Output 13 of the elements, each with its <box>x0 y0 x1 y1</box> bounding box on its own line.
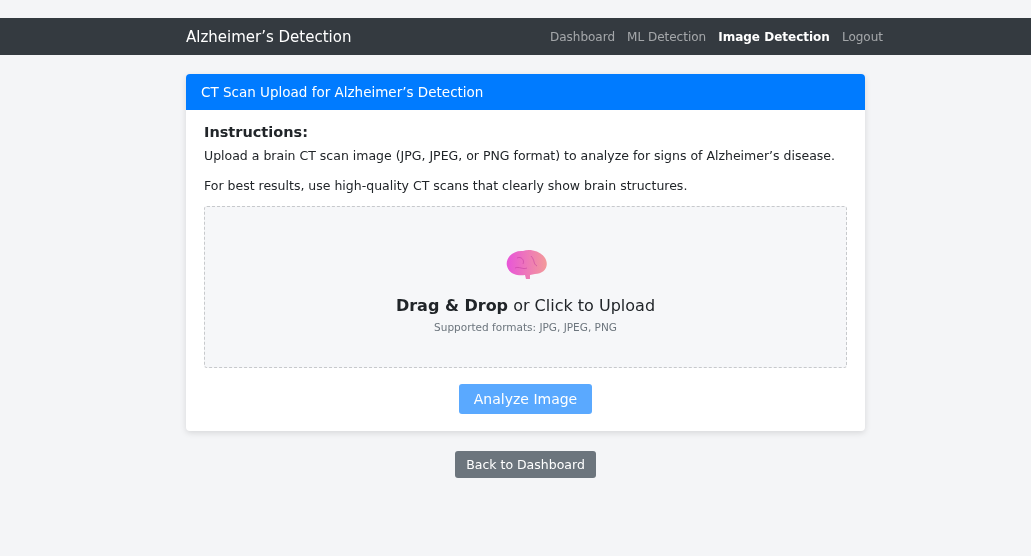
brand-title[interactable]: Alzheimer’s Detection <box>186 27 352 46</box>
instructions-text: Upload a brain CT scan image (JPG, JPEG, or PNG format) to analyze for signs of Alzheimer’s disease. <box>204 147 836 165</box>
nav-link[interactable]: Image Detection <box>718 29 830 44</box>
back-button[interactable]: Back to Dashboard <box>455 451 596 478</box>
supported-formats: Supported formats: JPG, JPEG, PNG <box>434 320 617 333</box>
upload-dropzone[interactable]: Drag & Drop or Click to Upload Supported formats: JPG, JPEG, PNG <box>204 206 847 368</box>
card-header: CT Scan Upload for Alzheimer’s Detection <box>186 74 865 110</box>
nav-link[interactable]: ML Detection <box>627 29 707 44</box>
upload-prompt: Drag & Drop or Click to Upload <box>395 295 656 315</box>
instructions-title: Instructions: <box>204 124 309 140</box>
nav-link[interactable]: Dashboard <box>549 29 616 44</box>
nav-link[interactable]: Logout <box>841 29 883 44</box>
instructions-text: For best results, use high-quality CT scans that clearly show brain structures. <box>204 177 689 195</box>
